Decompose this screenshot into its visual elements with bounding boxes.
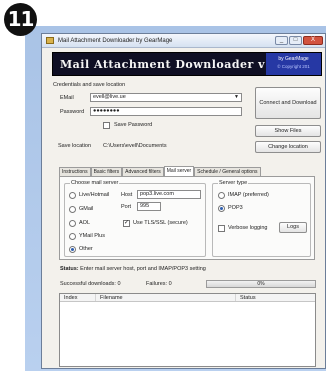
status-line: Status: Enter mail server host, port and… [60, 266, 206, 272]
radio-aol-label: AOL [79, 220, 91, 226]
radio-live-hotmail[interactable] [69, 192, 76, 199]
connect-and-download-button[interactable]: Connect and Download [255, 87, 321, 119]
banner-copyright: © Copyright 201 [277, 64, 310, 69]
password-label: Password [60, 109, 85, 115]
tab-advanced-filters[interactable]: Advanced filters [122, 167, 164, 176]
save-location-label: Save location [58, 143, 92, 149]
app-banner: Mail Attachment Downloader v1.4 by GearM… [52, 52, 322, 76]
radio-imap[interactable] [218, 192, 225, 199]
files-table[interactable]: Index Filename Status [59, 293, 316, 367]
tab-schedule-general[interactable]: Schedule / General options [194, 167, 261, 176]
status-label: Status: [60, 266, 79, 272]
close-button[interactable]: X [303, 36, 323, 45]
radio-pop3-label: POP3 [228, 205, 243, 211]
save-password-checkbox[interactable] [103, 122, 110, 129]
server-type-group: Server type IMAP (preferred) POP3 Verbos… [212, 180, 311, 257]
banner-by-line: by GearMage [278, 56, 309, 62]
window-controls: _ □ X [275, 36, 323, 45]
tab-mail-server[interactable]: Mail server [163, 166, 195, 176]
column-status[interactable]: Status [236, 294, 315, 301]
credentials-section-label: Credentials and save location [53, 82, 126, 88]
radio-gmail-label: GMail [79, 206, 94, 212]
port-value: 995 [140, 203, 150, 209]
radio-imap-label: IMAP (preferred) [228, 192, 269, 198]
download-progress-bar: 0% [206, 280, 316, 288]
port-label: Port [121, 204, 132, 210]
status-text: Enter mail server host, port and IMAP/PO… [80, 266, 206, 272]
radio-live-hotmail-label: Live/Hotmail [79, 192, 110, 198]
verbose-logging-checkbox[interactable] [218, 225, 225, 232]
host-input[interactable]: pop3.live.com [137, 190, 201, 199]
save-location-value: C:\Users\evell\Documents [103, 143, 167, 149]
minimize-button[interactable]: _ [275, 36, 288, 45]
tls-ssl-checkbox[interactable]: ✓ [123, 220, 130, 227]
chevron-down-icon: ▼ [234, 94, 239, 100]
banner-credit: by GearMage © Copyright 201 [266, 53, 321, 75]
choose-mail-server-group: Choose mail server Live/Hotmail GMail AO… [64, 180, 206, 257]
column-index[interactable]: Index [60, 294, 96, 301]
radio-other-label: Other [79, 246, 93, 252]
radio-ymail-plus-label: YMail Plus [79, 233, 105, 239]
successful-downloads-label: Successful downloads: 0 [60, 281, 121, 287]
email-dropdown[interactable]: evell@live.ue ▼ [90, 93, 242, 102]
table-body [60, 302, 315, 366]
port-input[interactable]: 995 [137, 202, 161, 211]
maximize-button[interactable]: □ [289, 36, 302, 45]
banner-title: Mail Attachment Downloader v1.4 [60, 58, 286, 71]
app-icon [46, 37, 54, 44]
mail-server-panel: Choose mail server Live/Hotmail GMail AO… [59, 176, 315, 260]
table-header: Index Filename Status [60, 294, 315, 302]
radio-other[interactable] [69, 246, 76, 253]
tab-strip: Instructions Basic filters Advanced filt… [59, 166, 315, 176]
password-field[interactable]: ●●●●●●●● [90, 107, 242, 116]
radio-ymail-plus[interactable] [69, 233, 76, 240]
save-password-label: Save Password [114, 122, 153, 128]
radio-gmail[interactable] [69, 206, 76, 213]
title-bar: Mail Attachment Downloader by GearMage _… [42, 34, 325, 48]
logs-button[interactable]: Logs [279, 222, 307, 233]
step-badge: 11 [4, 3, 37, 36]
failures-label: Failures: 0 [146, 281, 172, 287]
radio-aol[interactable] [69, 220, 76, 227]
radio-pop3[interactable] [218, 205, 225, 212]
tab-basic-filters[interactable]: Basic filters [90, 167, 123, 176]
tab-instructions[interactable]: Instructions [59, 167, 91, 176]
password-value: ●●●●●●●● [93, 108, 120, 114]
server-type-title: Server type [218, 180, 249, 186]
change-location-button[interactable]: Change location [255, 141, 321, 153]
tls-ssl-label: Use TLS/SSL (secure) [133, 220, 188, 226]
window-title: Mail Attachment Downloader by GearMage [58, 37, 173, 44]
email-label: EMail [60, 95, 74, 101]
show-files-button[interactable]: Show Files [255, 125, 321, 137]
host-label: Host [121, 192, 133, 198]
email-value: evell@live.ue [93, 94, 126, 100]
choose-mail-server-title: Choose mail server [70, 180, 120, 186]
verbose-logging-label: Verbose logging [228, 225, 268, 231]
column-filename[interactable]: Filename [96, 294, 236, 301]
host-value: pop3.live.com [140, 191, 174, 197]
